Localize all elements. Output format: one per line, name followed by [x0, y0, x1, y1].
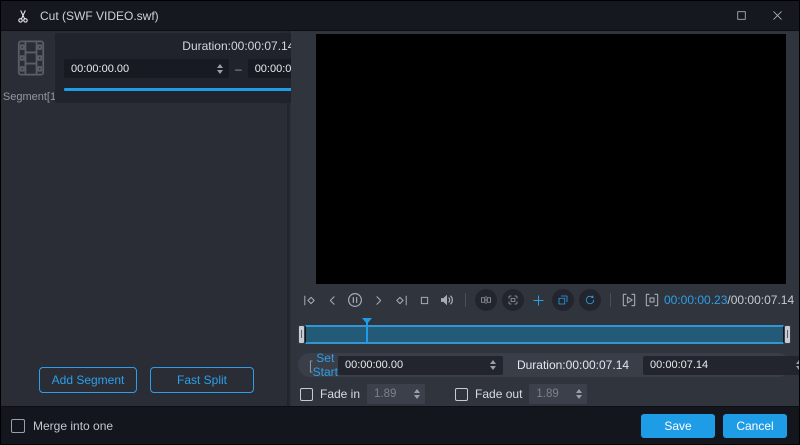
- merge-into-one-checkbox[interactable]: [11, 418, 25, 433]
- playback-controls: 00:00:00.23/00:00:07.14: [298, 286, 794, 314]
- video-preview[interactable]: [316, 34, 786, 284]
- timeline-start-handle[interactable]: [298, 325, 305, 344]
- trim-start-input[interactable]: [344, 359, 487, 371]
- footer-bar: Merge into one Save Cancel: [1, 406, 799, 444]
- fast-split-button[interactable]: Fast Split: [150, 367, 254, 393]
- film-strip-icon: [12, 38, 50, 78]
- fade-in-spinner[interactable]: [410, 388, 423, 401]
- fade-in-checkbox[interactable]: [300, 387, 313, 401]
- fade-controls: Fade in Fade out: [300, 383, 791, 405]
- timeline-selected-range[interactable]: [305, 325, 784, 344]
- total-time: 00:00:07.14: [730, 293, 795, 307]
- preview-panel: 00:00:00.23/00:00:07.14 [ Set Start Dura…: [291, 31, 799, 406]
- fade-out-checkbox[interactable]: [455, 387, 469, 401]
- trim-bar: [ Set Start Duration:00:00:07.14 Set End…: [298, 351, 799, 379]
- reset-button[interactable]: [579, 289, 601, 311]
- divider: [465, 293, 466, 307]
- go-to-end-icon[interactable]: [390, 288, 412, 312]
- step-forward-icon[interactable]: [367, 288, 389, 312]
- current-time: 00:00:00.23: [664, 293, 728, 307]
- divider: [610, 293, 611, 307]
- fade-in-field: [367, 384, 426, 404]
- fade-out-spinner[interactable]: [572, 388, 585, 401]
- trim-start-spinner[interactable]: [487, 359, 500, 372]
- maximize-button[interactable]: [733, 8, 749, 24]
- volume-icon[interactable]: [436, 288, 458, 312]
- trim-duration: Duration:00:00:07.14: [516, 358, 630, 372]
- playhead[interactable]: [362, 318, 373, 344]
- segment-start-field: [64, 59, 229, 78]
- play-segment-button[interactable]: [618, 288, 640, 312]
- cut-dialog: Cut (SWF VIDEO.swf) Segment[1] Duration:…: [0, 0, 800, 445]
- segment-start-spinner[interactable]: [213, 62, 226, 75]
- segment-list-panel: Segment[1] Duration:00:00:07.14 –: [1, 31, 433, 406]
- trim-end-field: [643, 355, 799, 375]
- segment-thumbnail: Segment[1]: [3, 33, 59, 103]
- fade-in-input[interactable]: [374, 388, 411, 400]
- window-title: Cut (SWF VIDEO.swf): [40, 8, 159, 23]
- segment-start-input[interactable]: [71, 62, 213, 75]
- copy-button[interactable]: [552, 289, 574, 311]
- fade-out-field: [529, 384, 588, 404]
- crop-button[interactable]: [502, 289, 524, 311]
- pause-button[interactable]: [344, 288, 366, 312]
- fade-out-input[interactable]: [536, 388, 573, 400]
- segment-label: Segment[1]: [2, 91, 60, 103]
- fade-in-label: Fade in: [320, 387, 361, 401]
- set-start-button[interactable]: Set Start: [313, 351, 338, 379]
- cancel-button[interactable]: Cancel: [723, 413, 787, 438]
- range-separator: –: [235, 61, 242, 76]
- split-button[interactable]: [475, 289, 497, 311]
- step-back-icon[interactable]: [321, 288, 343, 312]
- close-button[interactable]: [769, 8, 785, 24]
- stop-icon[interactable]: [413, 288, 435, 312]
- stop-segment-button[interactable]: [641, 288, 663, 312]
- scissors-icon: [15, 8, 31, 24]
- save-button[interactable]: Save: [641, 413, 715, 438]
- time-display: 00:00:00.23/00:00:07.14: [664, 293, 794, 307]
- segment-item[interactable]: Segment[1] Duration:00:00:07.14 –: [1, 31, 433, 103]
- timeline-end-handle[interactable]: [784, 325, 791, 344]
- trim-end-spinner[interactable]: [792, 359, 799, 372]
- add-segment-button[interactable]: Add Segment: [39, 367, 137, 393]
- go-to-start-icon[interactable]: [298, 288, 320, 312]
- titlebar: Cut (SWF VIDEO.swf): [1, 1, 799, 31]
- fade-out-label: Fade out: [475, 387, 523, 401]
- timeline[interactable]: [298, 317, 791, 345]
- trim-start-field: [337, 355, 503, 375]
- trim-end-input[interactable]: [650, 359, 793, 371]
- merge-into-one-label: Merge into one: [33, 418, 114, 433]
- window-controls: [733, 8, 785, 24]
- add-effect-button[interactable]: [527, 288, 549, 312]
